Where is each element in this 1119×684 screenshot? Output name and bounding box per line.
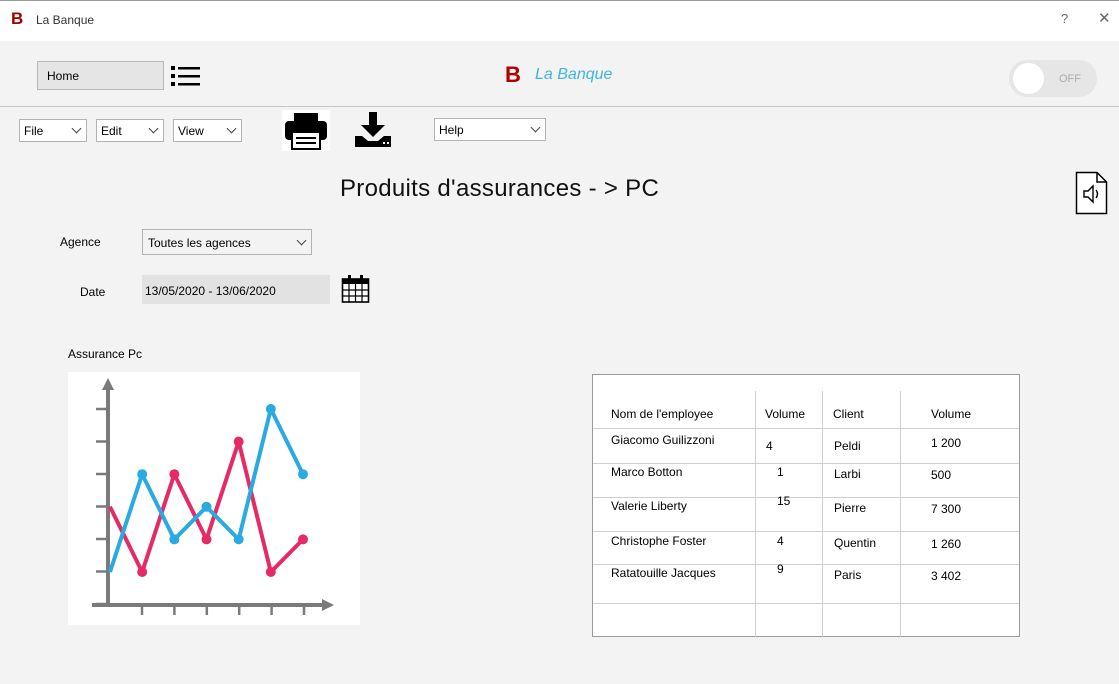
table-cell: 1 200 bbox=[931, 436, 962, 450]
series-point bbox=[137, 567, 148, 577]
table-cell: 7 300 bbox=[931, 502, 962, 516]
table-row-divider bbox=[593, 463, 1019, 464]
table-header-cell: Client bbox=[833, 407, 864, 421]
table-cell: Valerie Liberty bbox=[611, 499, 687, 513]
chevron-down-icon bbox=[530, 122, 541, 133]
header-divider bbox=[0, 106, 1119, 107]
x-axis-arrow bbox=[322, 599, 334, 611]
title-bar bbox=[0, 0, 1119, 41]
file-menu[interactable]: File bbox=[19, 119, 87, 142]
employee-table: Nom de l'employee Volume Client Volume Giaco… bbox=[592, 374, 1020, 637]
table-cell: Larbi bbox=[834, 467, 861, 481]
close-button[interactable]: ✕ bbox=[1098, 9, 1111, 27]
on-off-toggle[interactable]: OFF bbox=[1009, 60, 1097, 97]
table-row-divider bbox=[593, 603, 1019, 604]
view-menu[interactable]: View bbox=[173, 119, 242, 142]
chevron-down-icon bbox=[226, 123, 237, 134]
table-row-divider bbox=[593, 428, 1019, 429]
series-point bbox=[233, 436, 244, 447]
series-point bbox=[137, 469, 148, 480]
table-row-divider bbox=[593, 531, 1019, 532]
series-line bbox=[108, 407, 305, 573]
app-logo: B bbox=[11, 9, 24, 28]
chart-title: Assurance Pc bbox=[68, 347, 143, 361]
series-point bbox=[201, 501, 212, 512]
series-point bbox=[298, 534, 308, 545]
date-range-field[interactable]: 13/05/2020 - 13/06/2020 bbox=[142, 275, 330, 304]
table-cell: Christophe Foster bbox=[611, 534, 707, 548]
table-cell: 15 bbox=[777, 494, 791, 508]
page-title: Produits d'assurances - > PC bbox=[340, 175, 660, 202]
table-header-cell: Volume bbox=[765, 407, 806, 421]
series-point bbox=[265, 404, 276, 414]
chart-axes bbox=[92, 378, 334, 615]
table-cell: Quentin bbox=[834, 536, 877, 550]
series-point bbox=[169, 469, 180, 480]
table-cell: Paris bbox=[834, 568, 862, 582]
table-cell: 3 402 bbox=[931, 569, 962, 583]
view-menu-label: View bbox=[178, 124, 204, 138]
date-label: Date bbox=[80, 285, 106, 299]
table-cell: Peldi bbox=[834, 439, 861, 453]
audio-file-icon[interactable] bbox=[1075, 171, 1108, 215]
calendar-icon[interactable] bbox=[341, 274, 370, 304]
series-point bbox=[233, 534, 244, 545]
brand-name: La Banque bbox=[535, 66, 613, 83]
agence-select[interactable]: Toutes les agences bbox=[142, 229, 312, 255]
toggle-label: OFF bbox=[1059, 73, 1081, 85]
table-row-divider bbox=[593, 564, 1019, 565]
chevron-down-icon bbox=[148, 123, 159, 134]
table-cell: Ratatouille Jacques bbox=[611, 566, 716, 580]
table-header-cell: Volume bbox=[931, 407, 972, 421]
window-title: La Banque bbox=[36, 13, 95, 27]
list-menu-icon[interactable] bbox=[168, 62, 202, 90]
table-cell: 4 bbox=[777, 534, 784, 548]
table-cell: Pierre bbox=[834, 501, 867, 515]
toggle-knob bbox=[1013, 63, 1044, 94]
home-field[interactable]: Home bbox=[37, 61, 164, 90]
chevron-down-icon bbox=[296, 235, 307, 246]
help-menu-label: Help bbox=[439, 123, 464, 137]
series-point bbox=[201, 534, 212, 545]
print-icon[interactable] bbox=[282, 110, 330, 151]
file-menu-label: File bbox=[24, 124, 44, 138]
chevron-down-icon bbox=[71, 123, 82, 134]
series-point bbox=[169, 534, 180, 545]
edit-menu[interactable]: Edit bbox=[96, 119, 164, 142]
line-chart bbox=[68, 372, 360, 625]
download-icon[interactable] bbox=[352, 110, 394, 150]
help-menu[interactable]: Help bbox=[434, 118, 546, 141]
table-cell: 1 260 bbox=[931, 537, 962, 551]
table-row-divider bbox=[593, 497, 1019, 498]
chart-series-group bbox=[108, 404, 308, 577]
agence-label: Agence bbox=[60, 235, 101, 249]
table-cell: 1 bbox=[777, 465, 784, 479]
table-cell: Marco Botton bbox=[611, 465, 683, 479]
brand-logo: B bbox=[505, 62, 521, 87]
y-axis-arrow bbox=[102, 378, 114, 390]
table-cell: 500 bbox=[931, 468, 952, 482]
help-button[interactable]: ? bbox=[1061, 11, 1068, 26]
series-point bbox=[265, 567, 276, 577]
edit-menu-label: Edit bbox=[101, 124, 122, 138]
agence-select-value: Toutes les agences bbox=[148, 236, 251, 250]
table-cell: 9 bbox=[777, 562, 784, 576]
series-point bbox=[298, 469, 308, 480]
table-cell: 4 bbox=[766, 439, 773, 453]
table-header-cell: Nom de l'employee bbox=[611, 407, 714, 421]
table-cell: Giacomo Guilizzoni bbox=[611, 433, 715, 447]
